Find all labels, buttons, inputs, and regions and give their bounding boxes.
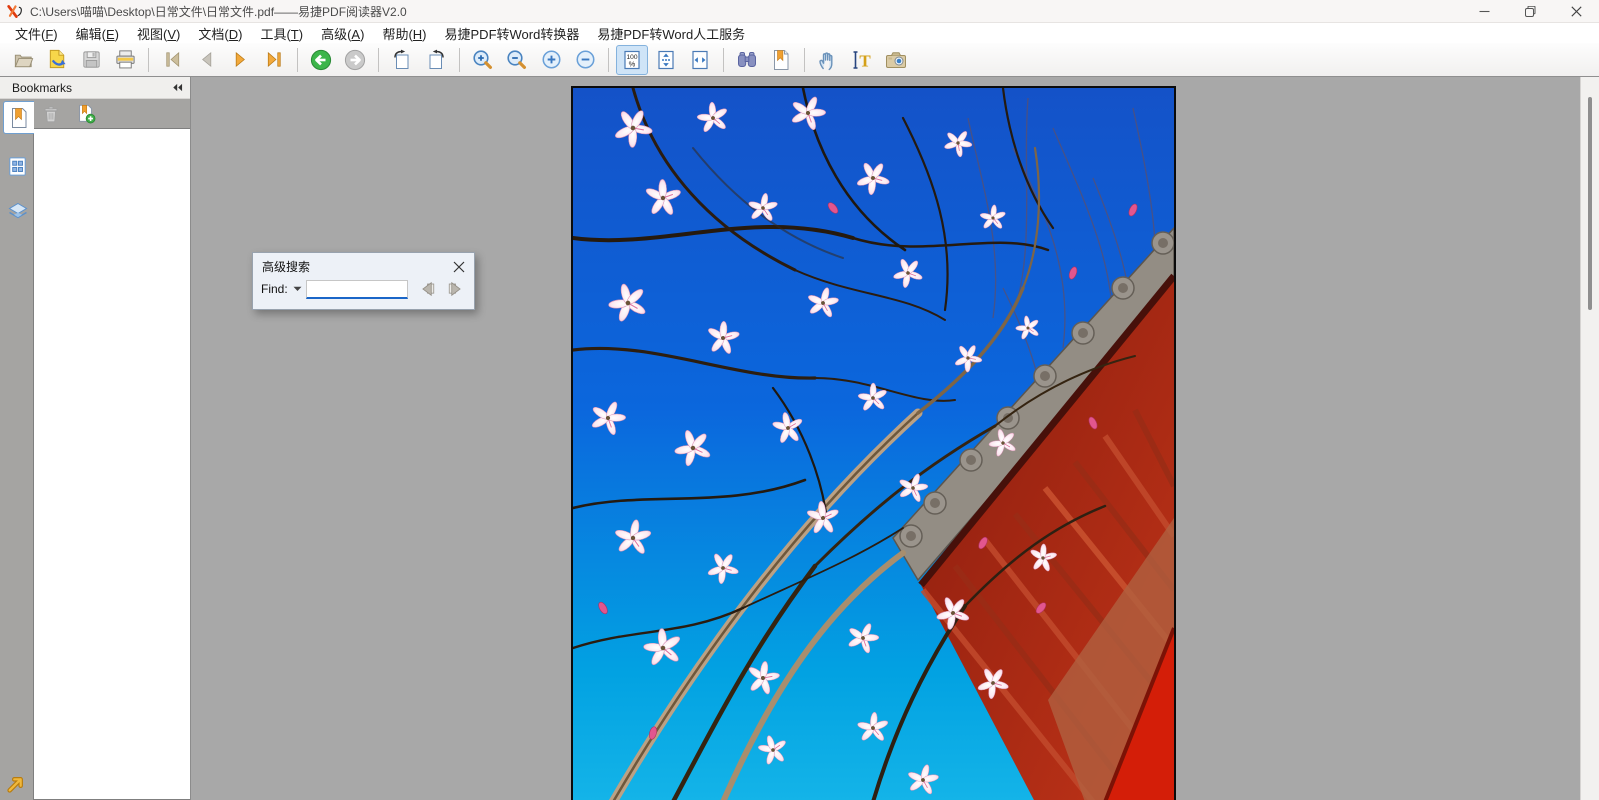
rotate-left-button[interactable] bbox=[420, 45, 452, 75]
corner-arrow-icon bbox=[6, 772, 28, 799]
toolbar-separator bbox=[378, 48, 379, 72]
fit-page-button[interactable] bbox=[650, 45, 682, 75]
rotate-right-button[interactable] bbox=[386, 45, 418, 75]
minimize-button[interactable] bbox=[1461, 0, 1507, 22]
collapse-sidebar-button[interactable] bbox=[171, 82, 184, 93]
pdf-page bbox=[571, 86, 1176, 800]
menu-file[interactable]: 文件(F) bbox=[6, 24, 67, 43]
menu-bar: 文件(F)编辑(E)视图(V)文档(D)工具(T)高级(A)帮助(H)易捷PDF… bbox=[0, 23, 1599, 43]
sidebar-tabstrip bbox=[0, 99, 33, 800]
menu-document[interactable]: 文档(D) bbox=[189, 24, 251, 43]
find-nav-buttons bbox=[417, 279, 466, 299]
close-button[interactable] bbox=[1553, 0, 1599, 22]
find-history-dropdown[interactable] bbox=[293, 286, 302, 292]
save-button[interactable] bbox=[75, 45, 107, 75]
menu-advanced[interactable]: 高级(A) bbox=[312, 24, 373, 43]
svg-text:%: % bbox=[629, 59, 636, 68]
save-as-button[interactable] bbox=[41, 45, 73, 75]
toolbar-separator bbox=[804, 48, 805, 72]
bookmarks-panel-header: Bookmarks bbox=[0, 77, 190, 99]
find-input[interactable] bbox=[306, 280, 408, 299]
bookmarks-toolbar bbox=[33, 99, 190, 128]
open-button[interactable] bbox=[7, 45, 39, 75]
add-bookmark-button[interactable] bbox=[75, 103, 97, 125]
svg-text:T: T bbox=[859, 51, 871, 70]
bookmark-button[interactable] bbox=[765, 45, 797, 75]
bookmarks-panel-body bbox=[0, 99, 190, 800]
dialog-title: 高级搜索 bbox=[262, 258, 310, 275]
fit-width-button[interactable] bbox=[684, 45, 716, 75]
tab-layers[interactable] bbox=[3, 196, 32, 227]
vertical-scrollbar-thumb[interactable] bbox=[1588, 97, 1592, 310]
print-button[interactable] bbox=[109, 45, 141, 75]
document-viewport bbox=[191, 77, 1581, 800]
first-page-button[interactable] bbox=[156, 45, 188, 75]
dialog-close-icon[interactable] bbox=[453, 261, 465, 273]
menu-pdf-to-word-service[interactable]: 易捷PDF转Word人工服务 bbox=[588, 24, 754, 43]
window-controls bbox=[1461, 0, 1599, 22]
menu-view[interactable]: 视图(V) bbox=[128, 24, 189, 43]
back-button[interactable] bbox=[305, 45, 337, 75]
bookmarks-list bbox=[33, 128, 190, 800]
bookmarks-panel bbox=[33, 99, 190, 800]
search-button[interactable] bbox=[731, 45, 763, 75]
tab-bookmarks[interactable] bbox=[3, 101, 34, 134]
find-next-button[interactable] bbox=[445, 279, 466, 299]
window-title: C:\Users\喵喵\Desktop\日常文件\日常文件.pdf——易捷PDF… bbox=[30, 3, 407, 20]
main-area: Bookmarks bbox=[0, 77, 1599, 800]
toolbar-separator bbox=[297, 48, 298, 72]
advanced-search-dialog: 高级搜索 Find: bbox=[252, 252, 475, 310]
toolbar-separator bbox=[459, 48, 460, 72]
vertical-scrollbar[interactable] bbox=[1580, 77, 1599, 800]
tab-thumbnails[interactable] bbox=[3, 151, 32, 182]
delete-bookmark-button[interactable] bbox=[40, 103, 62, 125]
toolbar: 100% T bbox=[0, 43, 1599, 77]
prev-page-button[interactable] bbox=[190, 45, 222, 75]
restore-button[interactable] bbox=[1507, 0, 1553, 22]
select-text-button[interactable]: T bbox=[846, 45, 878, 75]
toolbar-separator bbox=[148, 48, 149, 72]
title-bar: C:\Users\喵喵\Desktop\日常文件\日常文件.pdf——易捷PDF… bbox=[0, 0, 1599, 23]
actual-size-button[interactable]: 100% bbox=[616, 45, 648, 75]
hand-tool-button[interactable] bbox=[812, 45, 844, 75]
find-previous-button[interactable] bbox=[417, 279, 438, 299]
forward-button[interactable] bbox=[339, 45, 371, 75]
toolbar-separator bbox=[723, 48, 724, 72]
zoom-in-step-button[interactable] bbox=[535, 45, 567, 75]
menu-help[interactable]: 帮助(H) bbox=[373, 24, 435, 43]
next-page-button[interactable] bbox=[224, 45, 256, 75]
zoom-in-button[interactable] bbox=[467, 45, 499, 75]
bookmarks-panel-title: Bookmarks bbox=[12, 81, 72, 95]
last-page-button[interactable] bbox=[258, 45, 290, 75]
menu-edit[interactable]: 编辑(E) bbox=[67, 24, 128, 43]
dialog-title-bar: 高级搜索 bbox=[253, 253, 474, 276]
menu-tools[interactable]: 工具(T) bbox=[251, 24, 312, 43]
zoom-out-step-button[interactable] bbox=[569, 45, 601, 75]
menu-pdf-to-word-converter[interactable]: 易捷PDF转Word转换器 bbox=[436, 24, 589, 43]
find-row: Find: bbox=[253, 276, 474, 299]
find-label: Find: bbox=[261, 282, 288, 296]
toolbar-separator bbox=[608, 48, 609, 72]
sidebar: Bookmarks bbox=[0, 77, 191, 800]
snapshot-button[interactable] bbox=[880, 45, 912, 75]
app-logo-icon bbox=[7, 4, 24, 19]
zoom-out-button[interactable] bbox=[501, 45, 533, 75]
